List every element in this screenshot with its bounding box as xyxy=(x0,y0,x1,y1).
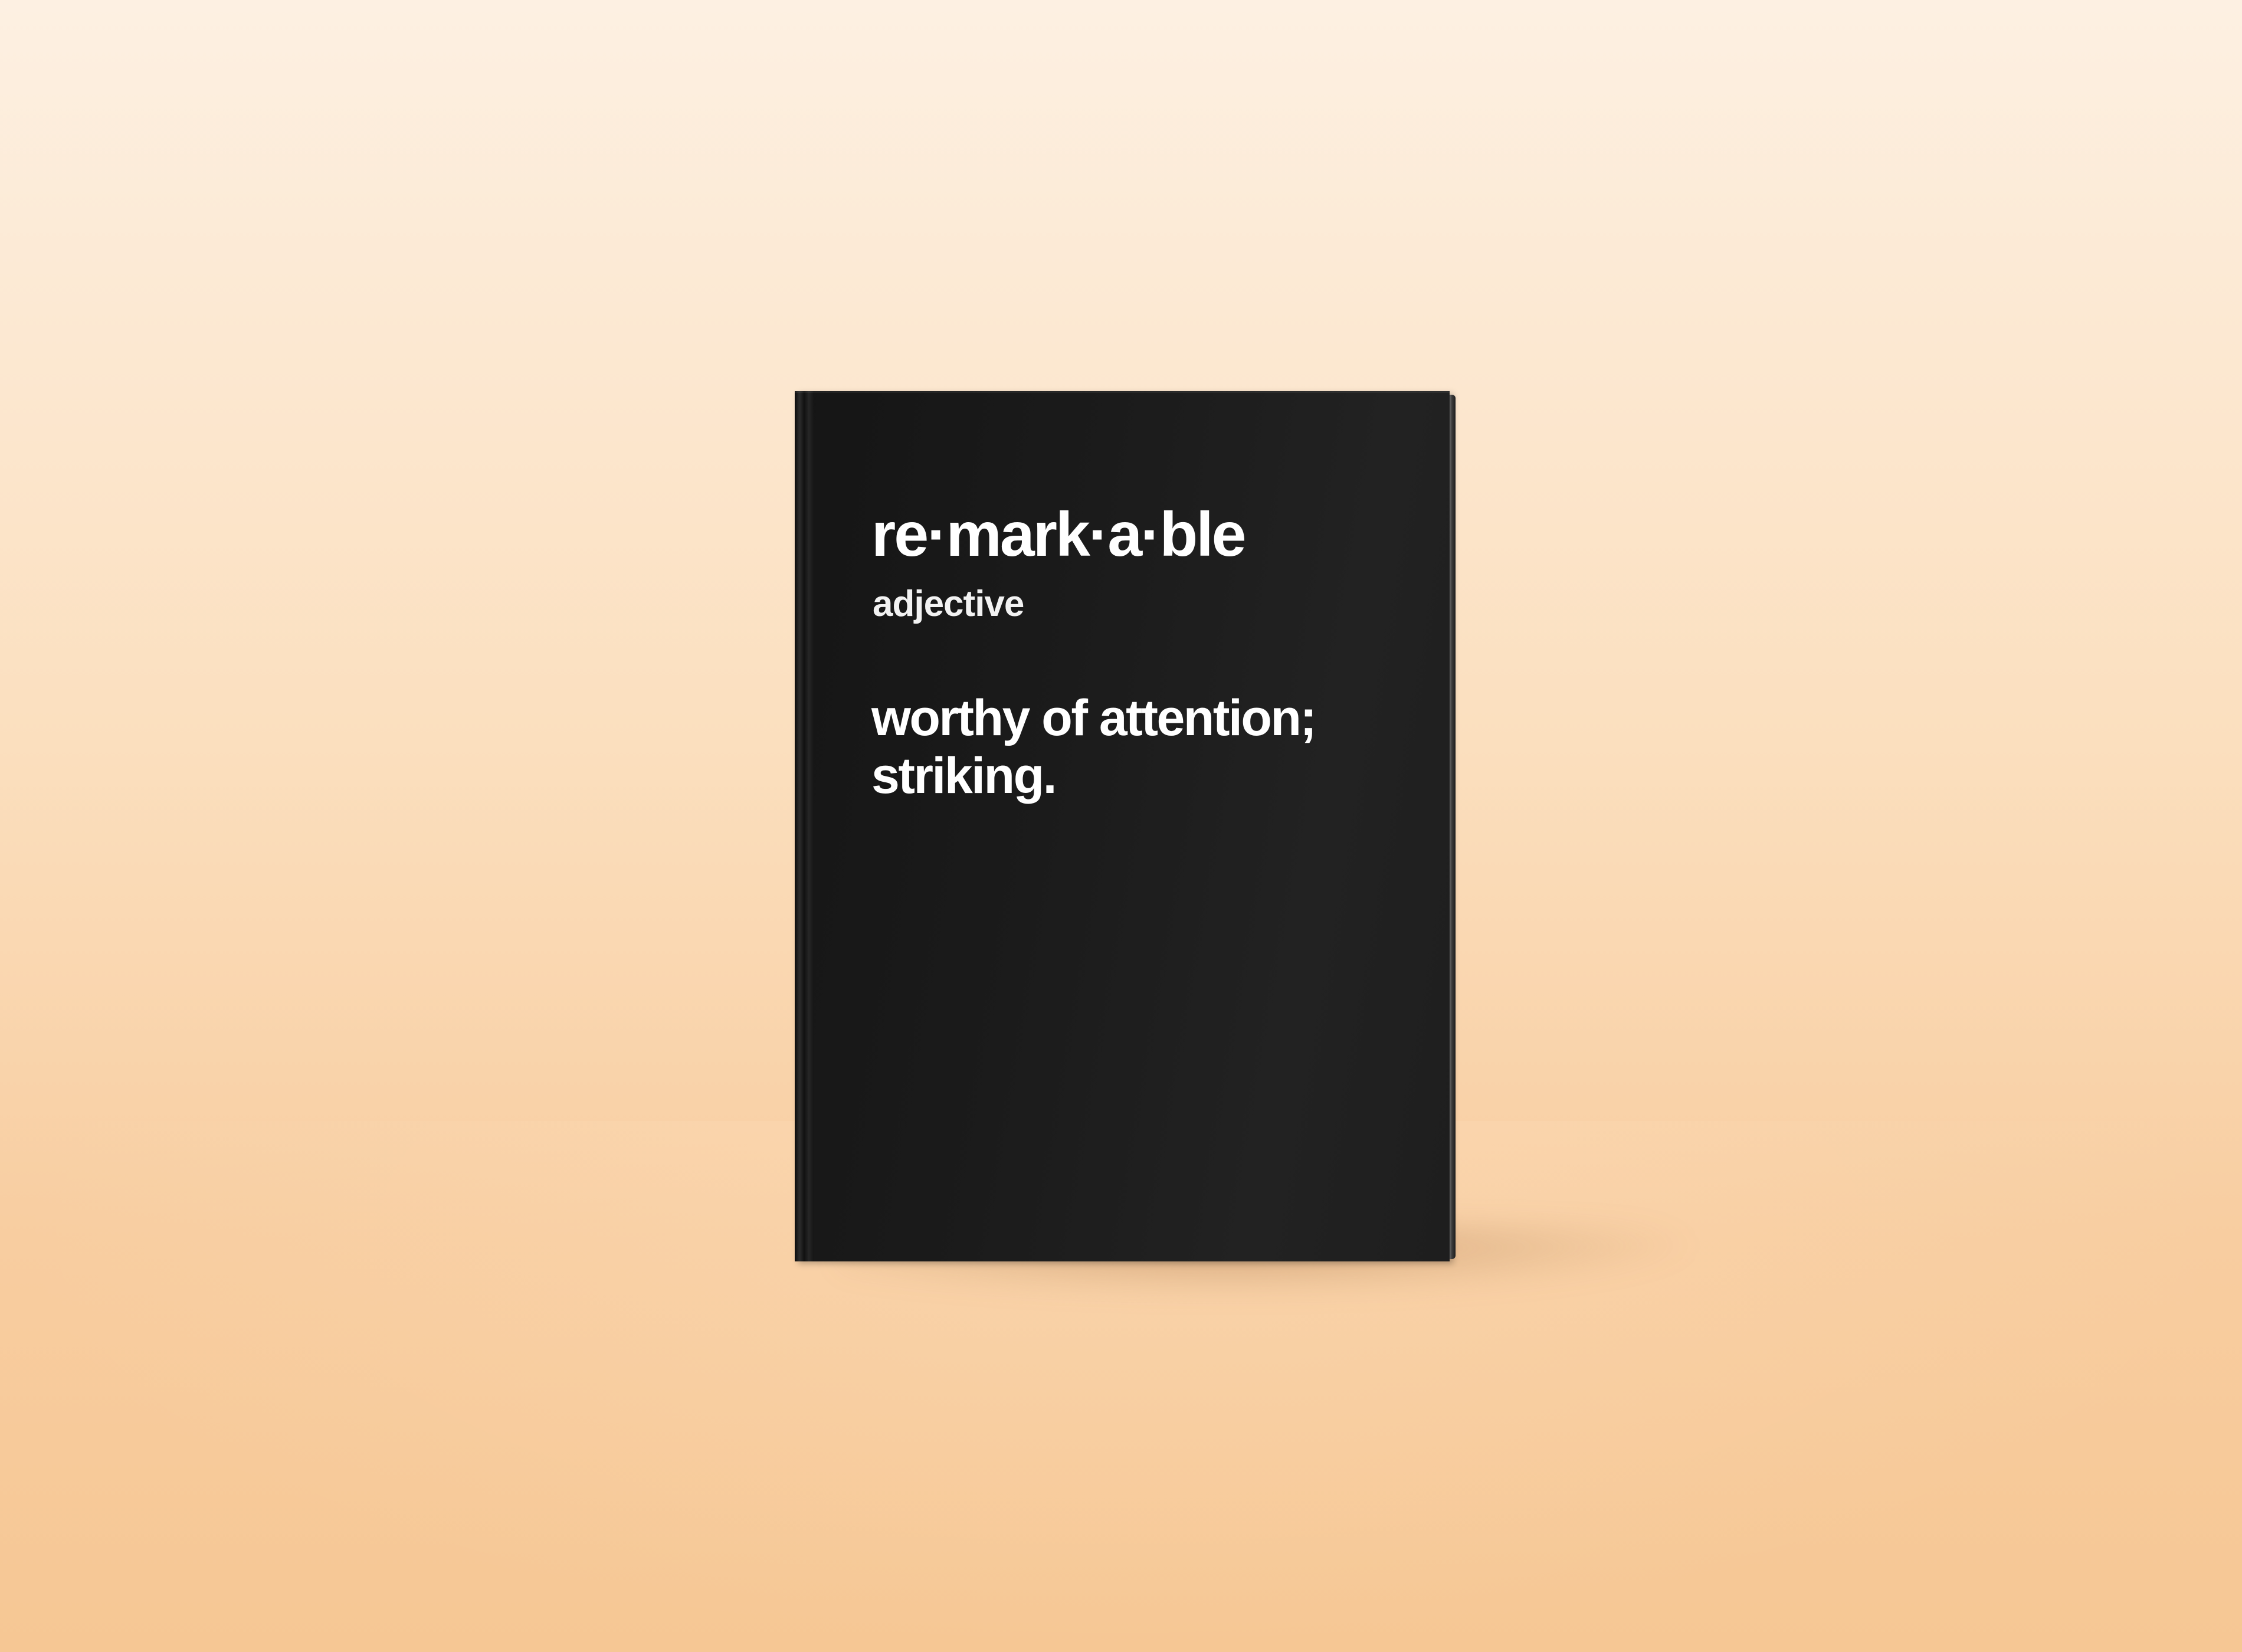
cover-part-of-speech: adjective xyxy=(873,584,1024,624)
book-page-edge xyxy=(1450,395,1456,1259)
cover-definition: worthy of attention; striking. xyxy=(871,689,1402,805)
definition-line: striking. xyxy=(871,748,1057,804)
cover-headword: re·mark·a·ble xyxy=(871,500,1247,569)
book: re·mark·a·ble adjective worthy of attent… xyxy=(795,391,1456,1261)
book-top-edge xyxy=(795,391,1450,393)
definition-line: worthy of attention; xyxy=(871,690,1317,746)
book-spine xyxy=(795,391,814,1261)
